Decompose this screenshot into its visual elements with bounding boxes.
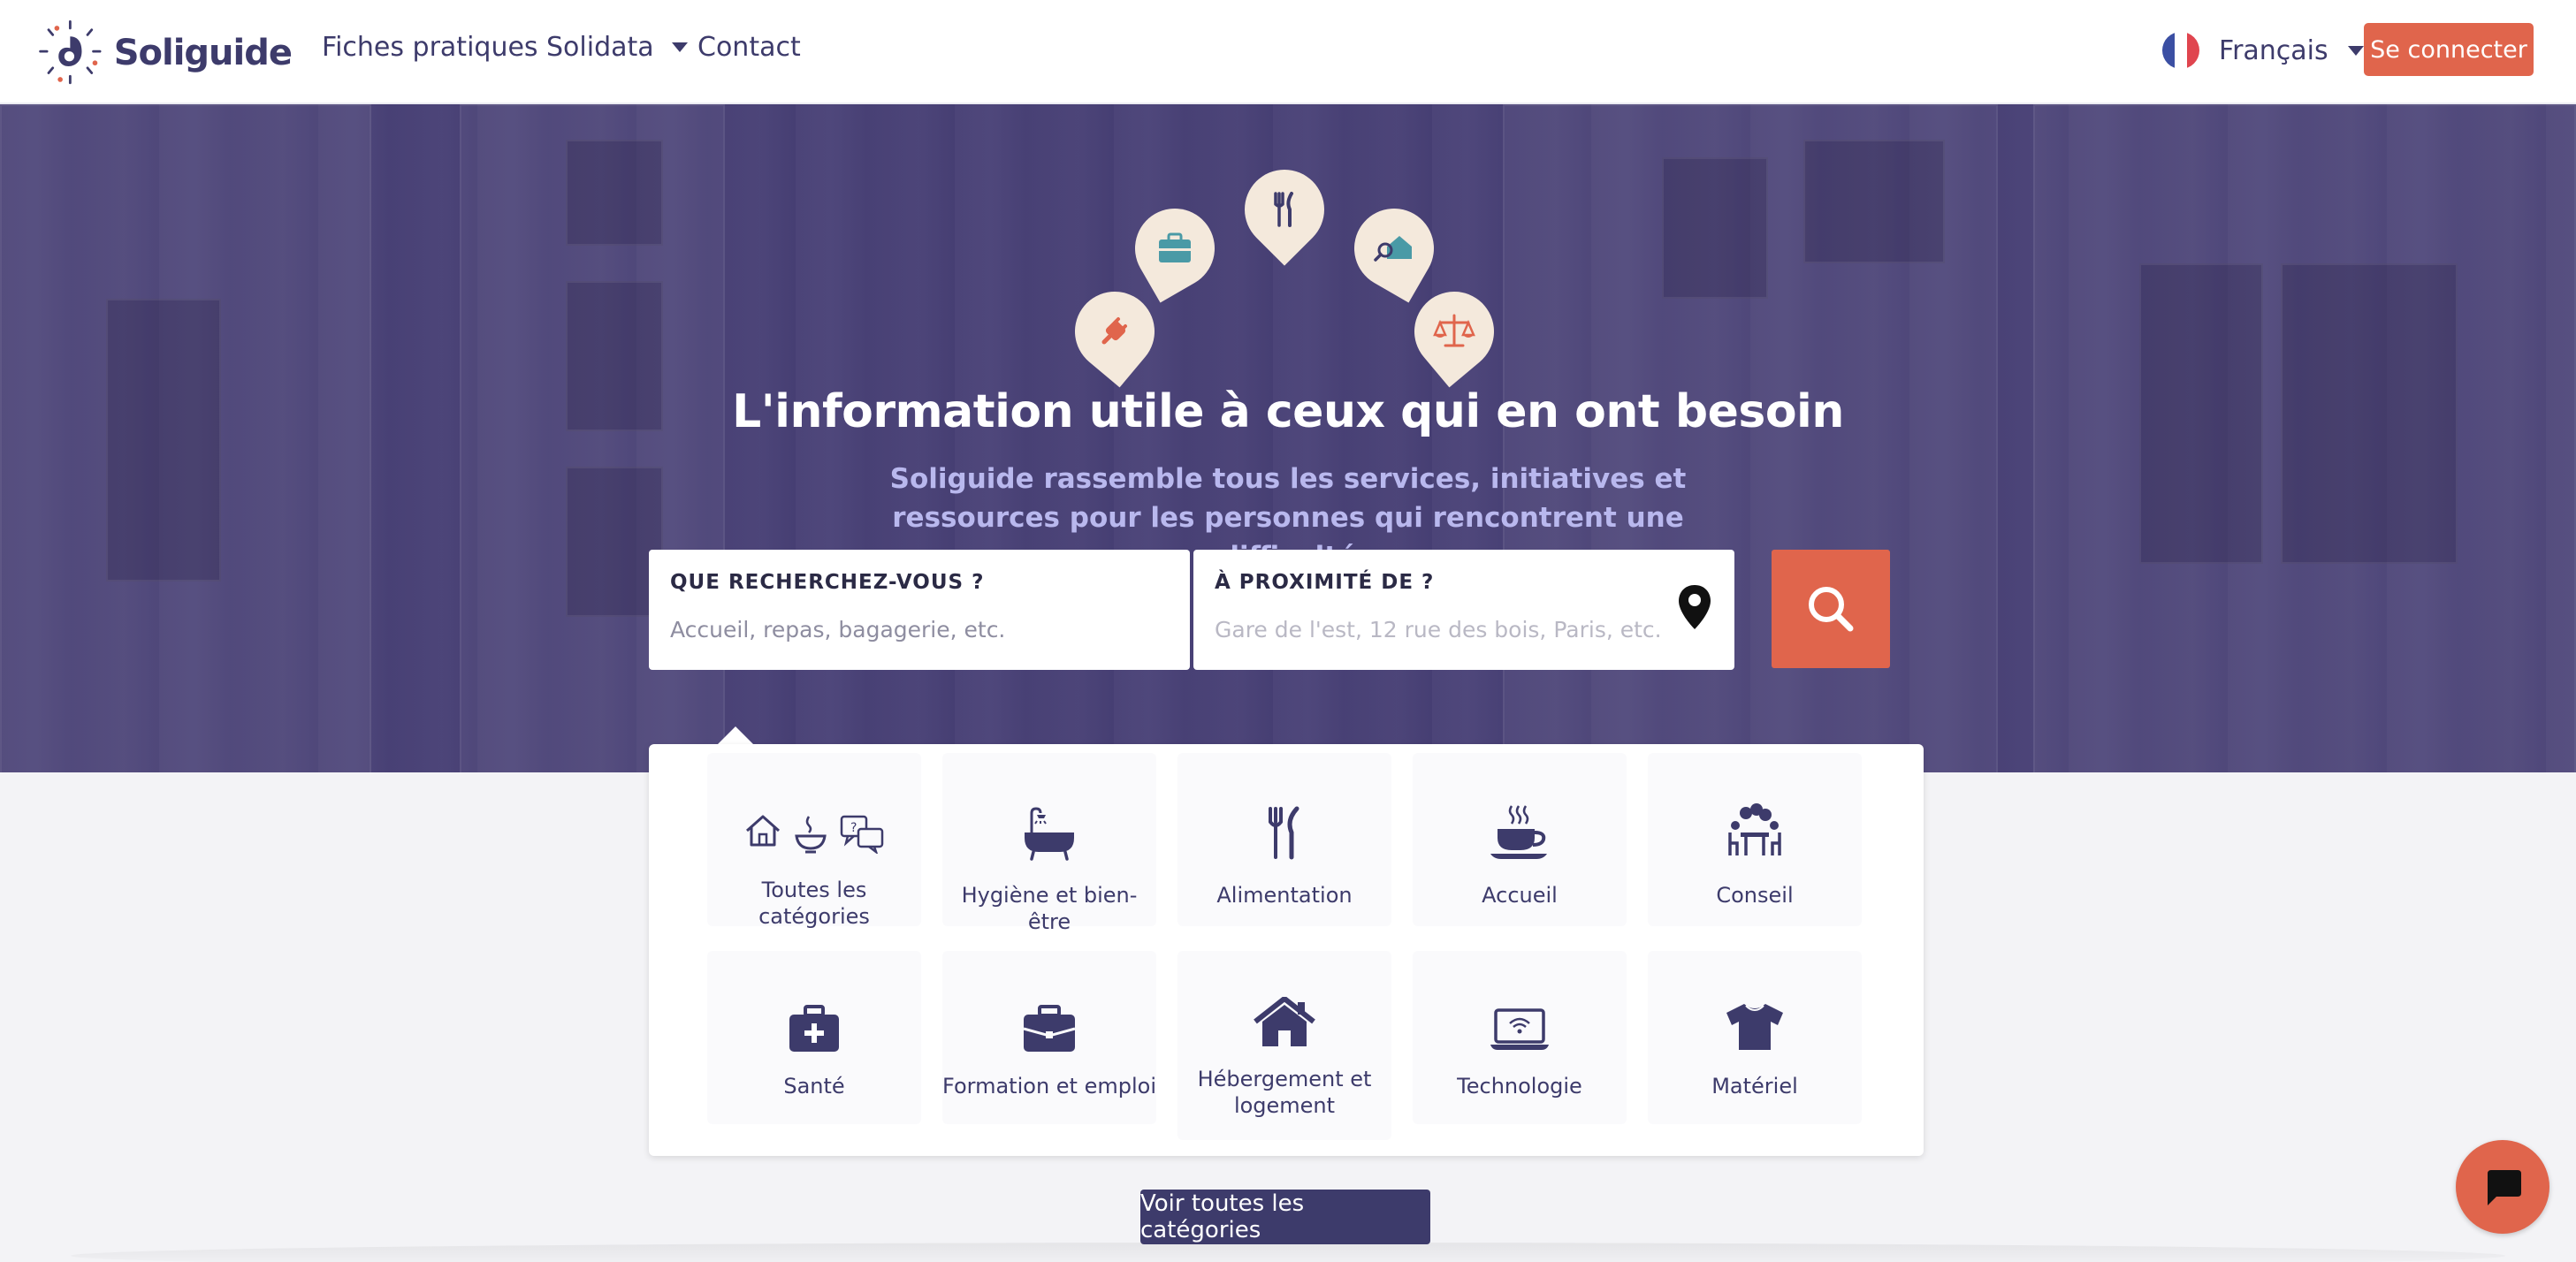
background-window [106, 299, 221, 582]
search-where-input[interactable] [1215, 617, 1674, 642]
nav-contact[interactable]: Contact [697, 32, 801, 63]
language-selector[interactable]: Français [2162, 32, 2364, 69]
all-categories-button[interactable]: Voir toutes les catégories [1140, 1190, 1430, 1244]
category-hygiene[interactable]: Hygiène et bien-être [942, 753, 1156, 934]
search-what-box[interactable]: QUE RECHERCHEZ-VOUS ? [649, 550, 1190, 670]
bathtub-icon [1025, 807, 1074, 861]
category-accueil[interactable]: Accueil [1413, 753, 1627, 926]
french-flag-icon [2162, 32, 2199, 69]
house-outline-icon [746, 815, 780, 847]
category-hebergement[interactable]: Hébergement et logement [1177, 951, 1391, 1140]
top-navbar: Soliguide Fiches pratiques Solidata Cont… [0, 0, 2576, 104]
category-label: Santé [783, 1074, 845, 1099]
category-label: Conseil [1716, 883, 1794, 908]
laptop-wifi-icon [1490, 1008, 1549, 1050]
nav-solidata-dropdown[interactable]: Solidata [546, 32, 688, 63]
hero-title: L'information utile à ceux qui en ont be… [732, 385, 1844, 438]
search-where-label: À PROXIMITÉ DE ? [1215, 571, 1435, 594]
chat-bubbles-icon: ? [840, 815, 884, 854]
category-technologie[interactable]: Technologie [1413, 951, 1627, 1124]
briefcase-icon [1023, 1005, 1076, 1052]
search-button[interactable] [1772, 550, 1890, 668]
advice-table-icon [1728, 803, 1781, 855]
chevron-down-icon [671, 42, 688, 52]
category-label: Hygiène et bien-être [961, 883, 1138, 934]
house-search-icon [1374, 236, 1412, 262]
pin-house-search [1339, 194, 1449, 303]
search-what-input[interactable] [670, 617, 1169, 642]
house-icon [1254, 997, 1315, 1046]
coffee-cup-icon [1490, 805, 1547, 859]
category-label: Accueil [1482, 883, 1558, 908]
category-label: Alimentation [1216, 883, 1353, 908]
category-label: Formation et emploi [942, 1074, 1156, 1099]
background-window [566, 140, 663, 246]
category-sante[interactable]: Santé [707, 951, 921, 1124]
category-label: Hébergement et logement [1197, 1067, 1372, 1118]
category-label: Technologie [1457, 1074, 1582, 1099]
medical-kit-icon [789, 1005, 839, 1052]
category-materiel[interactable]: Matériel [1648, 951, 1862, 1124]
bowl-icon [795, 816, 827, 854]
category-label: Toutes les catégories [758, 878, 870, 929]
nav-fiches-pratiques[interactable]: Fiches pratiques [322, 32, 538, 63]
language-label: Français [2219, 34, 2328, 66]
soliguide-logo[interactable]: Soliguide [35, 16, 293, 90]
search-icon [1809, 587, 1854, 632]
category-conseil[interactable]: Conseil [1648, 753, 1862, 926]
background-window [1662, 157, 1768, 299]
search-where-box[interactable]: À PROXIMITÉ DE ? [1193, 550, 1734, 670]
category-alimentation[interactable]: Alimentation [1177, 753, 1391, 926]
tshirt-icon [1726, 1004, 1783, 1050]
fork-knife-icon [1269, 806, 1299, 860]
category-all[interactable]: ? Toutes les catégories [707, 753, 921, 929]
plug-icon [1101, 317, 1127, 345]
chat-bubble-icon [2488, 1170, 2521, 1205]
pin-scales [1398, 275, 1511, 388]
chevron-down-icon [2347, 45, 2364, 56]
category-formation-emploi[interactable]: Formation et emploi [942, 951, 1156, 1124]
nav-solidata-label: Solidata [546, 32, 654, 63]
chat-button[interactable] [2456, 1140, 2549, 1234]
background-window [1803, 140, 1945, 263]
fork-knife-icon [1274, 192, 1293, 227]
search-what-label: QUE RECHERCHEZ-VOUS ? [670, 571, 985, 594]
categories-panel: ? Toutes les catégories Hygiène et bien-… [649, 744, 1924, 1156]
pin-briefcase [1120, 194, 1230, 303]
panel-pointer [718, 726, 753, 744]
hero-banner: L'information utile à ceux qui en ont be… [0, 104, 2576, 772]
section-divider-shadow [71, 1243, 2505, 1262]
pin-fork-knife [1228, 153, 1341, 266]
briefcase-icon [1159, 232, 1191, 262]
all-categories-icon: ? [707, 813, 921, 854]
login-button[interactable]: Se connecter [2364, 23, 2534, 76]
scales-icon [1433, 314, 1475, 347]
category-label: Matériel [1711, 1074, 1798, 1099]
logo-text: Soliguide [113, 33, 293, 73]
svg-text:?: ? [850, 821, 857, 835]
soliguide-logo-icon [39, 19, 102, 85]
location-pin-icon[interactable] [1676, 583, 1713, 633]
